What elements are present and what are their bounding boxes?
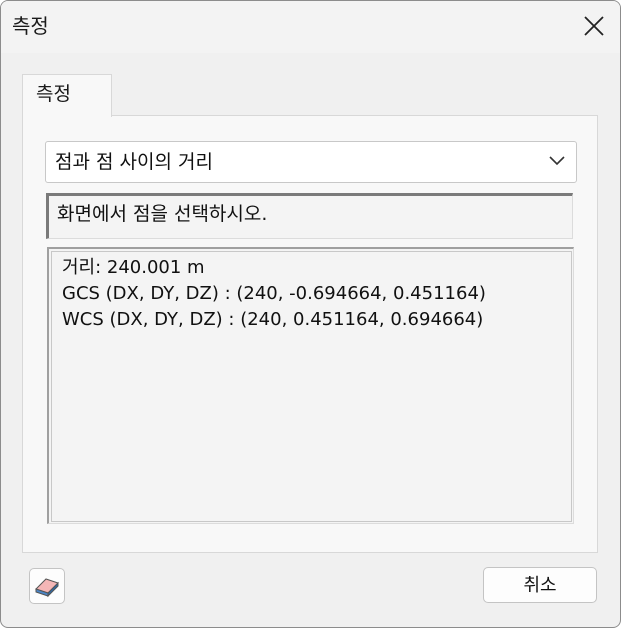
window-title: 측정 [12,14,49,38]
close-icon [584,16,604,36]
eraser-icon [35,578,59,598]
measure-mode-value: 점과 점 사이의 거리 [55,151,213,173]
status-message-field: 화면에서 점을 선택하시오. [46,193,573,239]
tab-measure[interactable]: 측정 [22,74,112,117]
cancel-button[interactable]: 취소 [483,567,597,603]
result-wcs-line: WCS (DX, DY, DZ) : (240, 0.451164, 0.694… [62,309,484,330]
result-distance-line: 거리: 240.001 m [62,257,205,278]
close-button[interactable] [568,1,620,53]
measure-mode-dropdown[interactable]: 점과 점 사이의 거리 [45,141,577,183]
chevron-down-icon [549,156,565,166]
clear-button[interactable] [29,568,65,604]
result-gcs-line: GCS (DX, DY, DZ) : (240, -0.694664, 0.45… [62,283,486,304]
measure-dialog: 측정 측정 점과 점 사이의 거리 화면에서 점을 선택하시오. 거리: 240… [0,0,621,628]
result-text-area[interactable]: 거리: 240.001 m GCS (DX, DY, DZ) : (240, -… [47,247,574,524]
tab-measure-label: 측정 [36,83,71,105]
status-message: 화면에서 점을 선택하시오. [57,203,268,225]
result-content: 거리: 240.001 m GCS (DX, DY, DZ) : (240, -… [51,251,572,522]
title-bar: 측정 [1,1,620,53]
